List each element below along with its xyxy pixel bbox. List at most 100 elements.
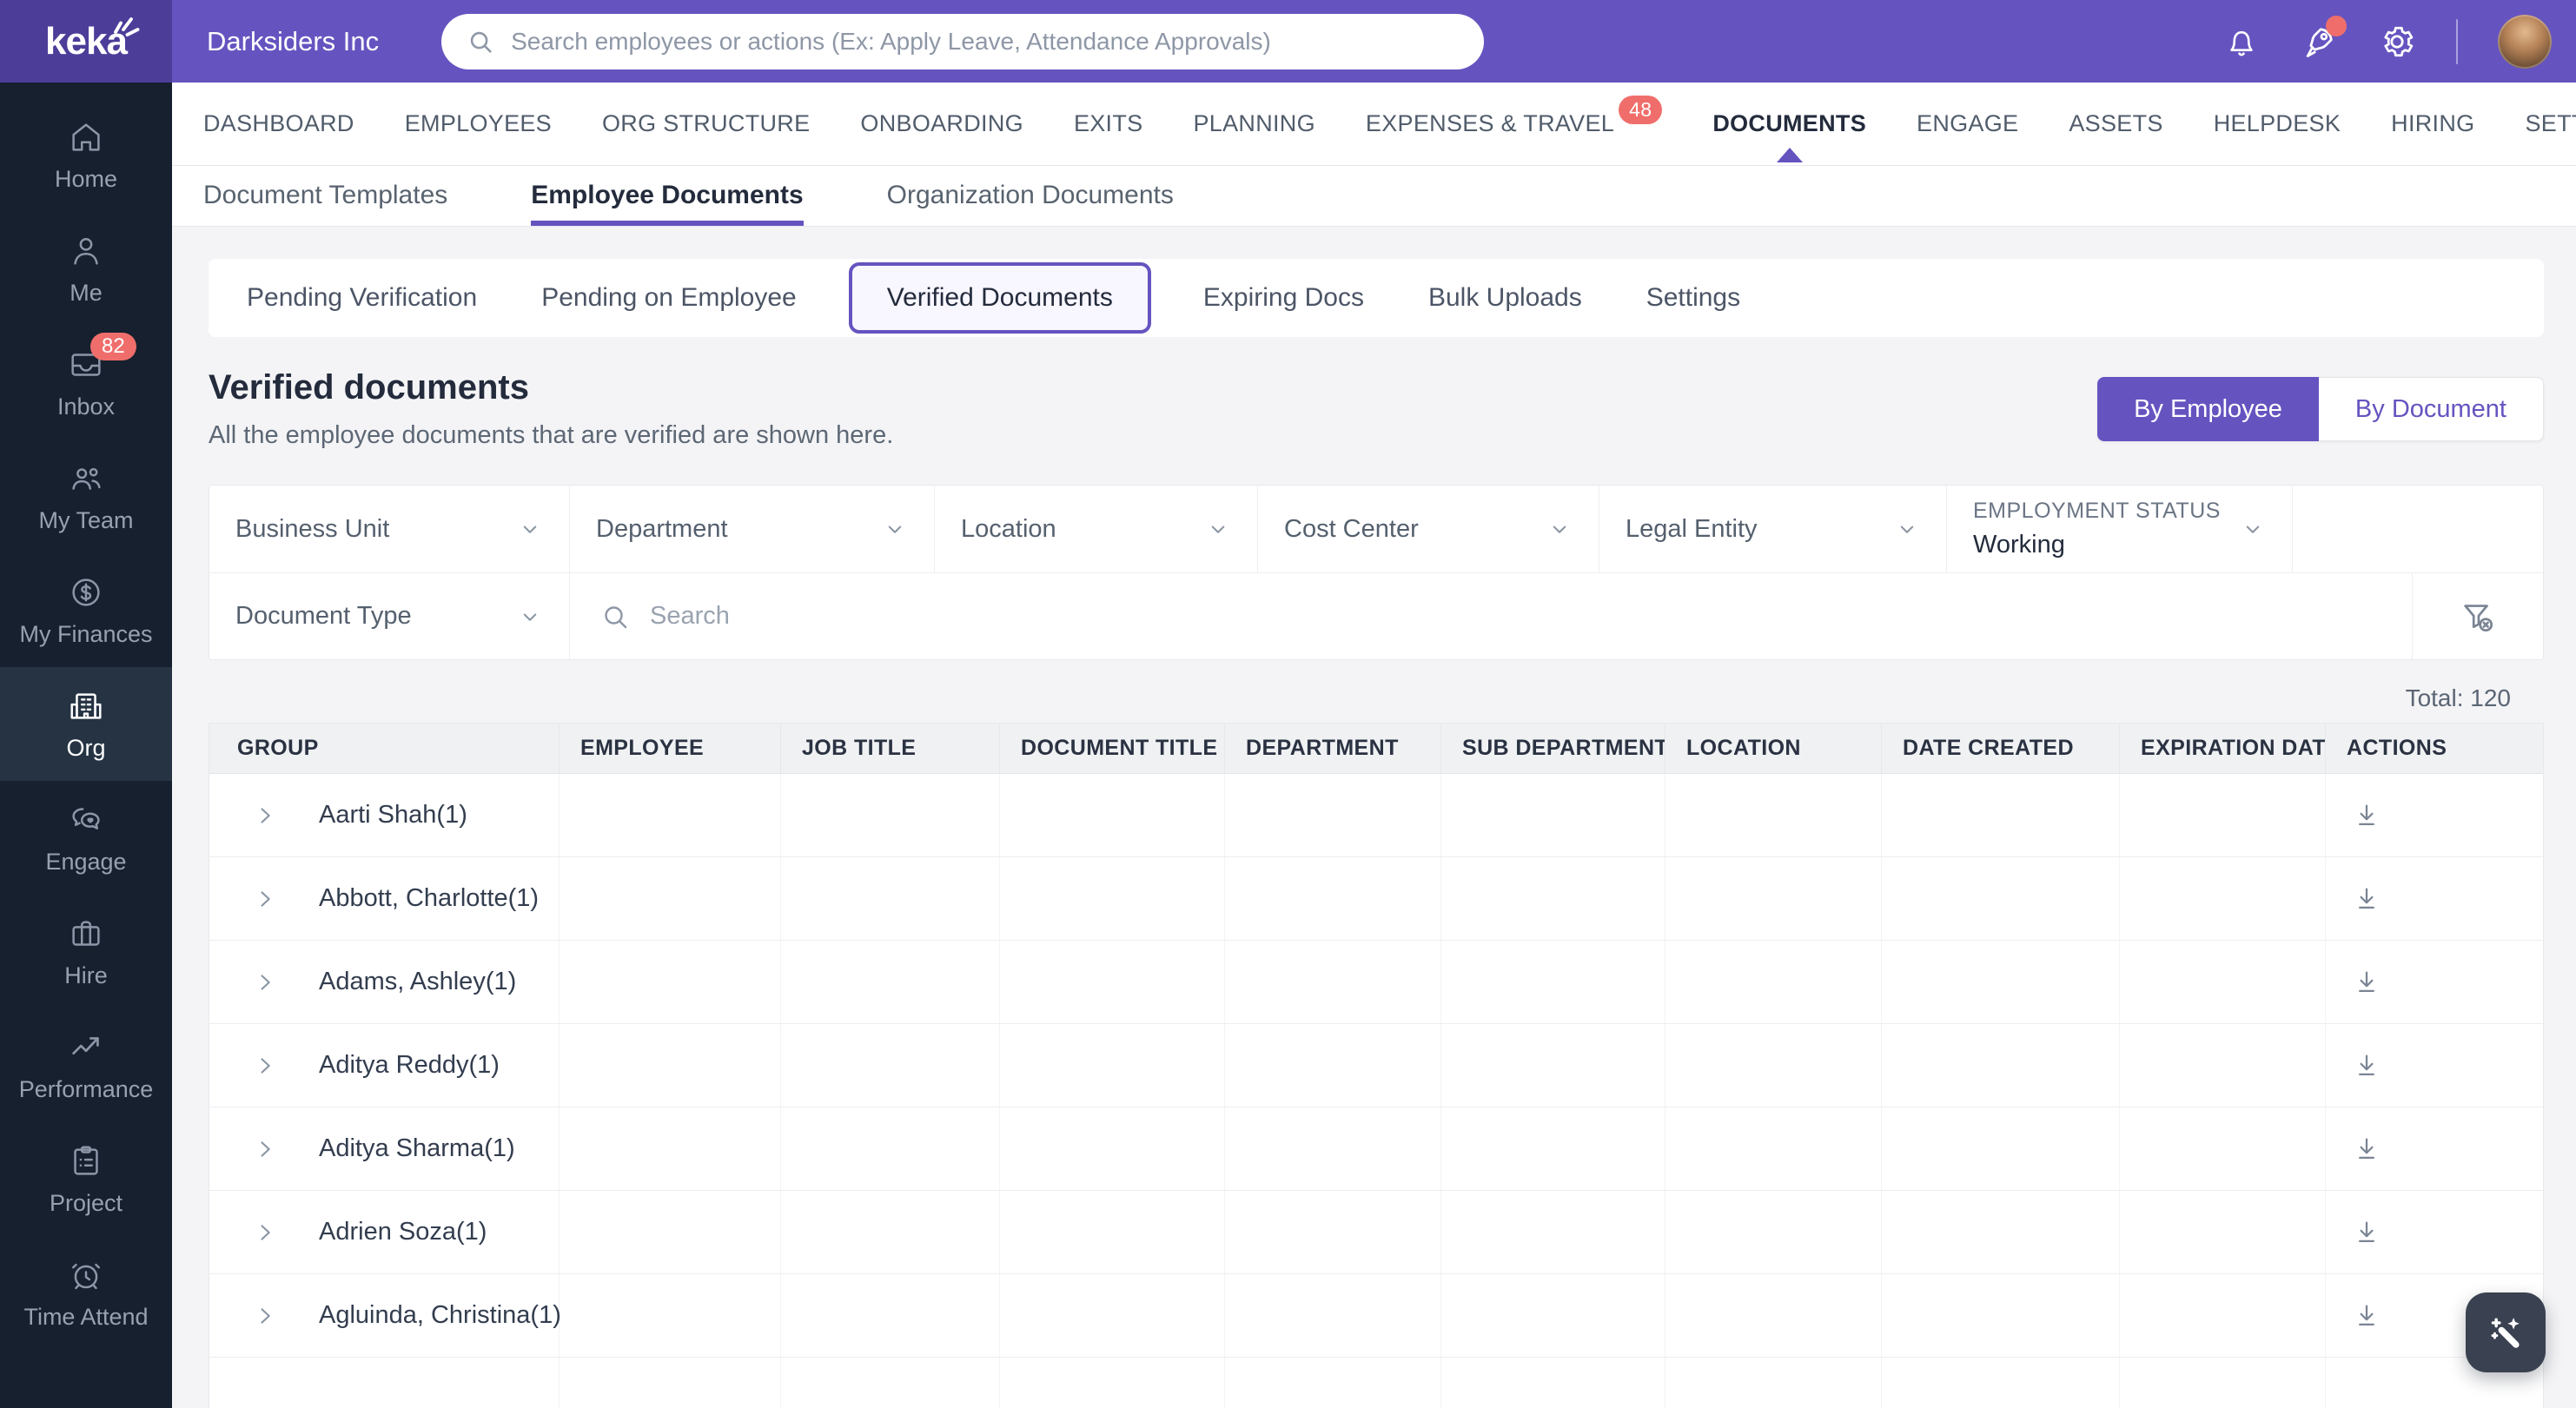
download-icon[interactable] <box>2352 1301 2381 1331</box>
col-expiration-date[interactable]: EXPIRATION DATE <box>2120 724 2326 773</box>
page-subtitle: All the employee documents that are veri… <box>209 421 894 449</box>
toggle-by-document[interactable]: By Document <box>2318 377 2544 441</box>
nav-org-structure[interactable]: ORG STRUCTURE <box>602 83 810 165</box>
filter-business-unit[interactable]: Business Unit <box>209 486 570 572</box>
nav-expenses-travel[interactable]: EXPENSES & TRAVEL 48 <box>1366 83 1663 165</box>
filters-card: Business Unit Department Location Cost C… <box>209 485 2544 660</box>
toggle-by-employee[interactable]: By Employee <box>2097 377 2319 441</box>
download-icon[interactable] <box>2352 1218 2381 1247</box>
col-department[interactable]: DEPARTMENT <box>1225 724 1441 773</box>
col-sub-department[interactable]: SUB DEPARTMENT <box>1441 724 1665 773</box>
filter-document-type[interactable]: Document Type <box>209 573 570 659</box>
whats-new-rocket-icon[interactable] <box>2300 15 2347 61</box>
nav-settings[interactable]: SETTINGS <box>2525 83 2576 165</box>
cell-empty <box>1665 1191 1882 1273</box>
sidebar-item-me[interactable]: Me <box>0 212 172 326</box>
download-icon[interactable] <box>2352 884 2381 914</box>
sidebar-item-inbox[interactable]: 82 Inbox <box>0 326 172 440</box>
global-search-input[interactable] <box>511 27 1460 56</box>
nav-helpdesk[interactable]: HELPDESK <box>2214 83 2341 165</box>
cell-empty <box>1665 941 1882 1023</box>
filter-cost-center[interactable]: Cost Center <box>1258 486 1599 572</box>
expand-chevron-right-icon[interactable] <box>253 1054 277 1078</box>
nav-employees[interactable]: EMPLOYEES <box>405 83 552 165</box>
cell-empty <box>560 941 781 1023</box>
tab-pending-verification[interactable]: Pending Verification <box>247 283 477 313</box>
sidebar-item-performance[interactable]: Performance <box>0 1008 172 1122</box>
cell-empty <box>1000 1358 1225 1408</box>
nav-engage[interactable]: ENGAGE <box>1917 83 2018 165</box>
col-date-created[interactable]: DATE CREATED <box>1882 724 2120 773</box>
page-header: Verified documents All the employee docu… <box>209 368 2544 450</box>
col-employee[interactable]: EMPLOYEE <box>560 724 781 773</box>
person-icon <box>66 231 106 271</box>
download-icon[interactable] <box>2352 801 2381 830</box>
expand-chevron-right-icon[interactable] <box>253 1304 277 1328</box>
nav-documents[interactable]: DOCUMENTS <box>1712 83 1866 165</box>
nav-onboarding[interactable]: ONBOARDING <box>860 83 1023 165</box>
nav-exits[interactable]: EXITS <box>1074 83 1143 165</box>
nav-dashboard[interactable]: DASHBOARD <box>203 83 354 165</box>
employment-status-value: Working <box>1973 531 2065 559</box>
cell-empty <box>1441 857 1665 940</box>
expand-chevron-right-icon[interactable] <box>253 803 277 828</box>
ai-assistant-fab[interactable] <box>2466 1292 2546 1372</box>
global-search[interactable] <box>441 13 1485 69</box>
cell-empty <box>1882 857 2120 940</box>
sidebar-item-time-attend[interactable]: Time Attend <box>0 1236 172 1350</box>
search-icon <box>466 27 495 56</box>
expand-chevron-right-icon[interactable] <box>253 887 277 911</box>
notifications-bell-icon[interactable] <box>2223 23 2260 60</box>
settings-gear-icon[interactable] <box>2378 23 2416 61</box>
expand-chevron-right-icon[interactable] <box>253 1137 277 1161</box>
table-row: Aarti Shah(1) <box>209 774 2543 857</box>
tab-settings[interactable]: Settings <box>1646 283 1740 313</box>
tab-pending-on-employee[interactable]: Pending on Employee <box>541 283 797 313</box>
cell-empty <box>560 1274 781 1357</box>
filter-search[interactable] <box>570 573 2413 659</box>
expand-chevron-right-icon[interactable] <box>253 970 277 995</box>
user-avatar[interactable] <box>2498 14 2552 69</box>
col-group[interactable]: GROUP <box>209 724 560 773</box>
sidebar-item-my-finances[interactable]: My Finances <box>0 553 172 667</box>
briefcase-icon <box>66 914 106 954</box>
tab-verified-documents[interactable]: Verified Documents <box>848 262 1151 334</box>
col-job-title[interactable]: JOB TITLE <box>781 724 1000 773</box>
nav-planning[interactable]: PLANNING <box>1193 83 1314 165</box>
sidebar-item-project[interactable]: Project <box>0 1122 172 1236</box>
trend-up-icon <box>66 1028 106 1068</box>
cell-empty <box>1441 941 1665 1023</box>
sidebar-item-engage[interactable]: Engage <box>0 781 172 895</box>
download-icon[interactable] <box>2352 1134 2381 1164</box>
filter-legal-entity[interactable]: Legal Entity <box>1599 486 1947 572</box>
filter-location[interactable]: Location <box>935 486 1258 572</box>
sidebar-item-my-team[interactable]: My Team <box>0 440 172 553</box>
nav-assets[interactable]: ASSETS <box>2069 83 2162 165</box>
tab-expiring-docs[interactable]: Expiring Docs <box>1203 283 1364 313</box>
col-document-title[interactable]: DOCUMENT TITLE <box>1000 724 1225 773</box>
keka-logo[interactable]: keka <box>0 0 172 83</box>
tab-bulk-uploads[interactable]: Bulk Uploads <box>1428 283 1582 313</box>
cell-empty <box>781 941 1000 1023</box>
sidebar-item-hire[interactable]: Hire <box>0 895 172 1008</box>
subnav-document-templates[interactable]: Document Templates <box>203 165 447 226</box>
cell-empty <box>781 1274 1000 1357</box>
download-icon[interactable] <box>2352 968 2381 997</box>
table-row-partial <box>209 1358 2543 1408</box>
download-icon[interactable] <box>2352 1051 2381 1081</box>
filter-employment-status[interactable]: EMPLOYMENT STATUS Working <box>1947 486 2293 572</box>
cell-empty <box>1225 774 1441 856</box>
col-location[interactable]: LOCATION <box>1665 724 1882 773</box>
expand-chevron-right-icon[interactable] <box>253 1220 277 1245</box>
cell-empty <box>1441 1024 1665 1107</box>
clear-filters[interactable] <box>2413 573 2543 659</box>
subnav-employee-documents[interactable]: Employee Documents <box>531 165 805 226</box>
nav-hiring[interactable]: HIRING <box>2391 83 2474 165</box>
filter-search-input[interactable] <box>650 602 2382 631</box>
sidebar-item-org[interactable]: Org <box>0 667 172 781</box>
table-row: Aditya Reddy(1) <box>209 1024 2543 1107</box>
rocket-alert-dot <box>2326 15 2347 36</box>
sidebar-item-home[interactable]: Home <box>0 98 172 212</box>
subnav-organization-documents[interactable]: Organization Documents <box>887 165 1174 226</box>
filter-department[interactable]: Department <box>570 486 935 572</box>
